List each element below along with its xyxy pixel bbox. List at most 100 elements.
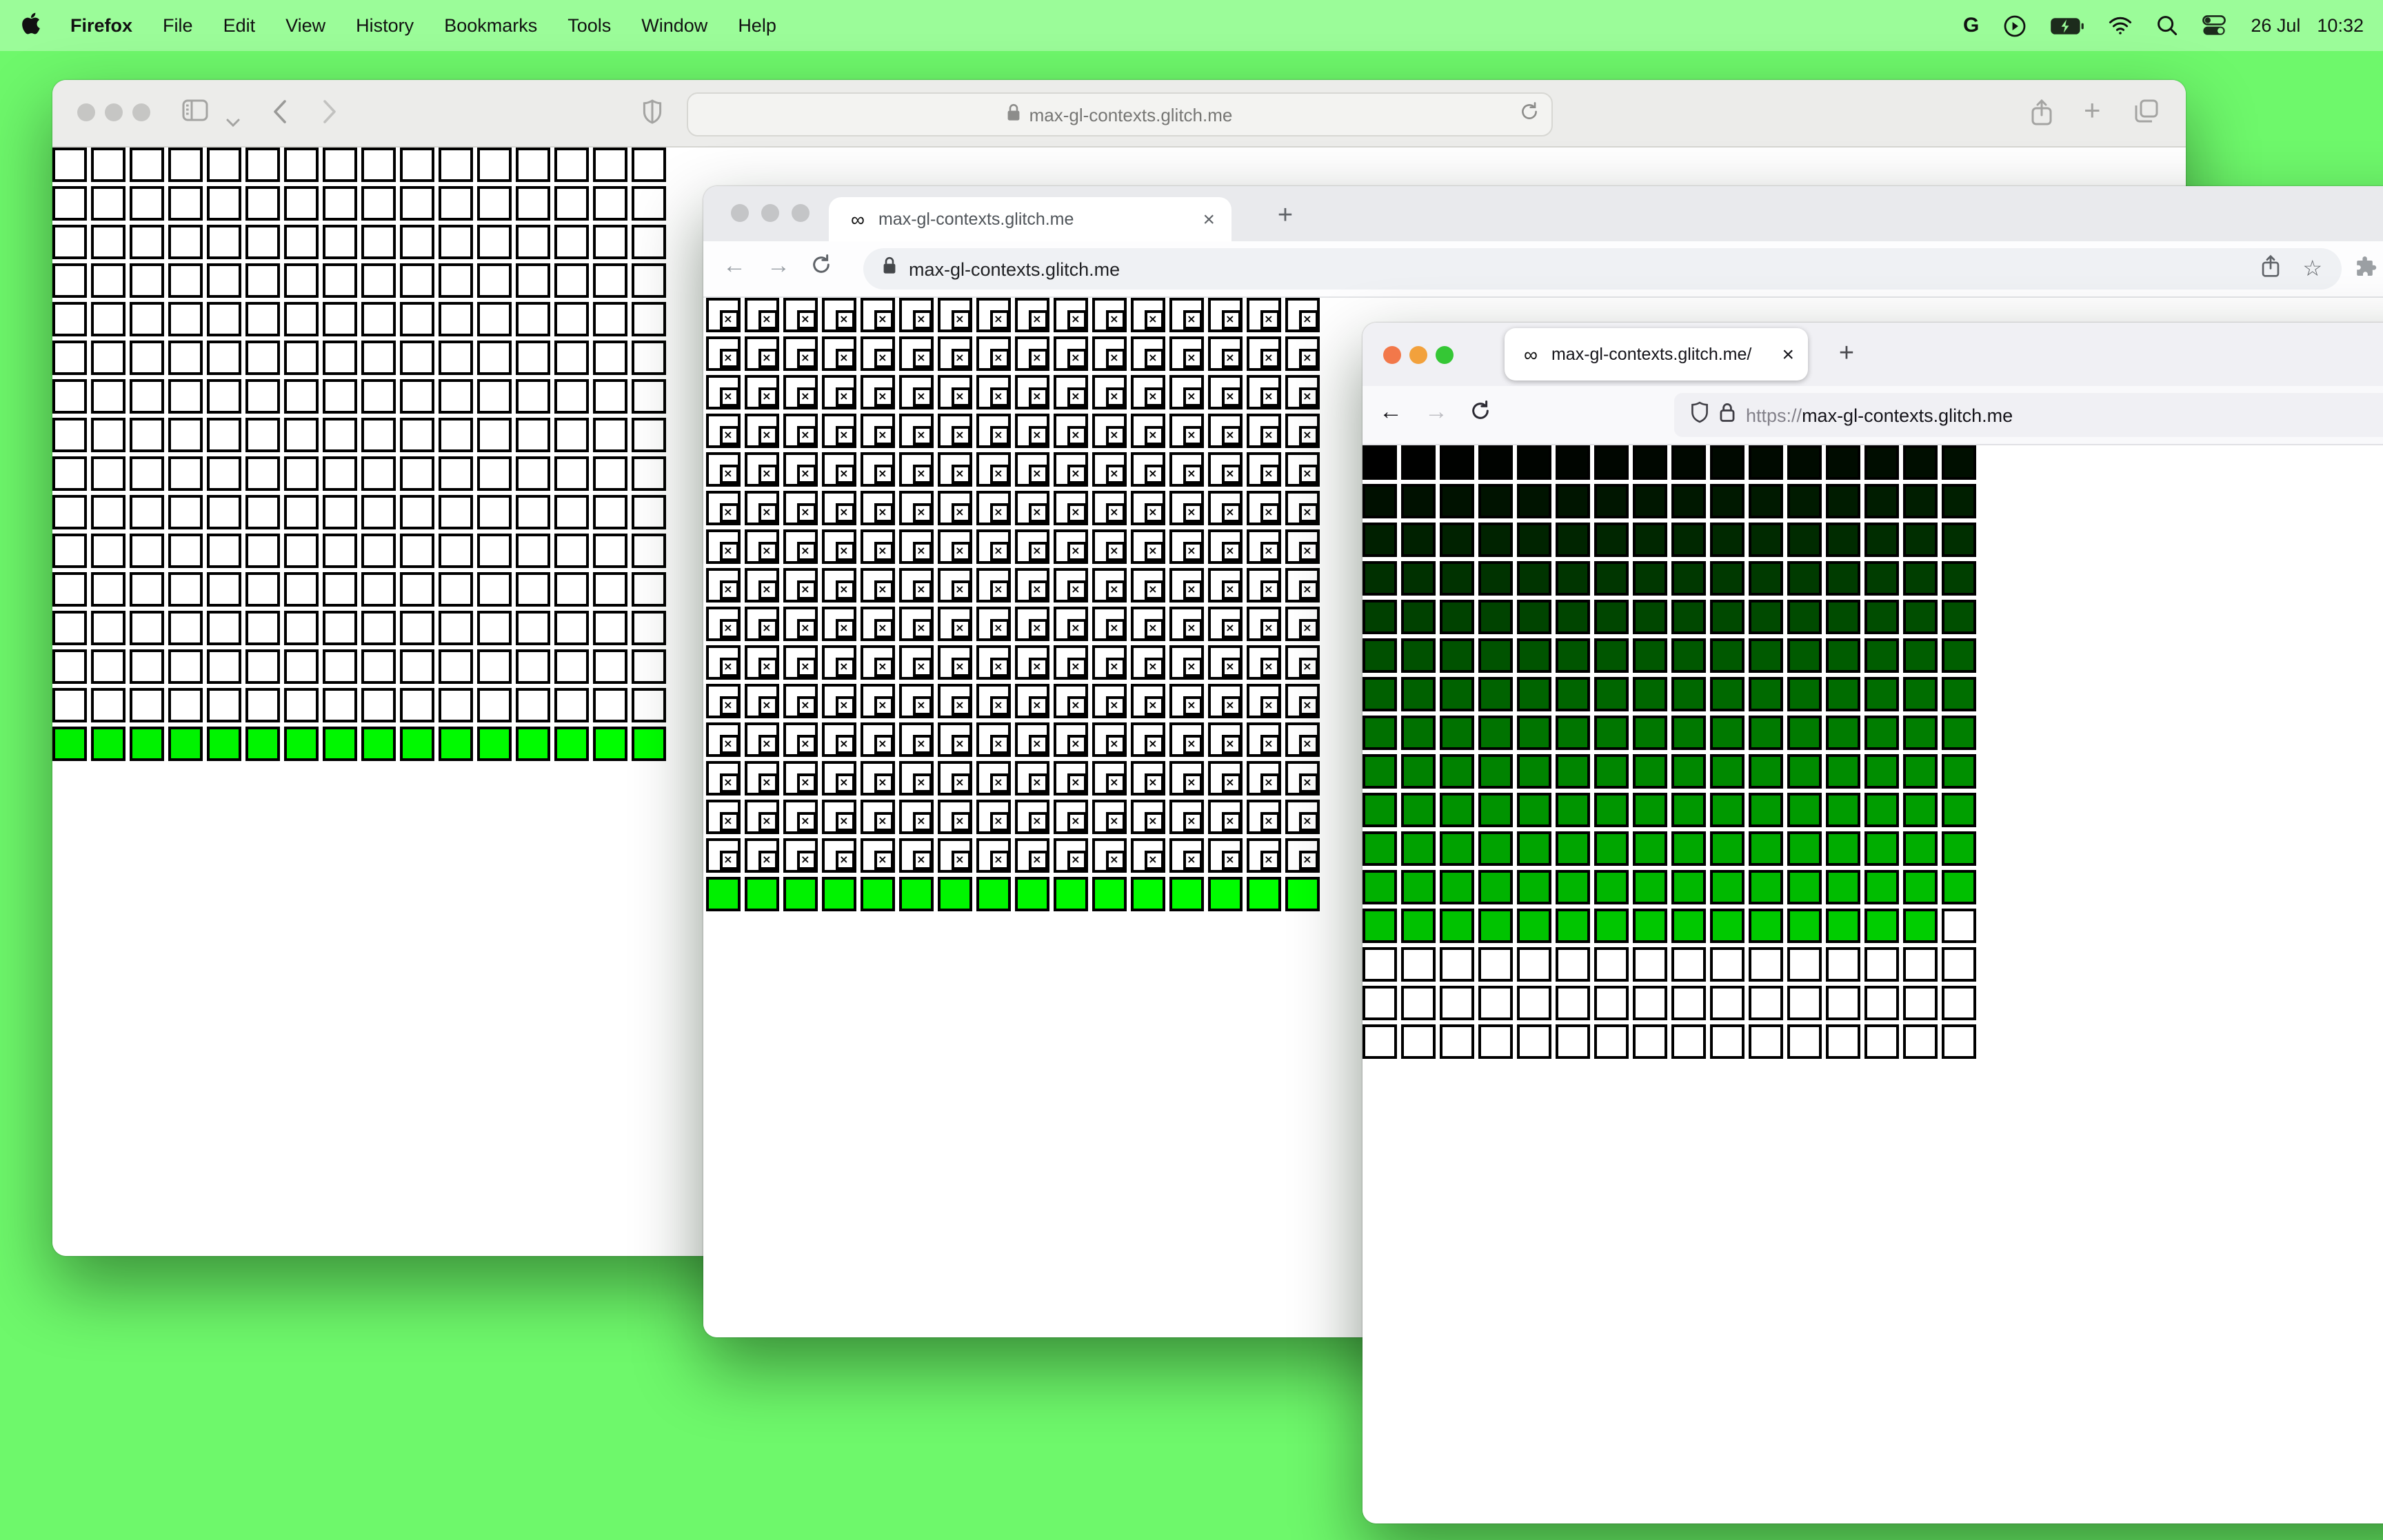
firefox-active-tab[interactable]: ∞ max-gl-contexts.glitch.me/ ×	[1505, 328, 1808, 381]
webgl-canvas-cell	[1169, 800, 1204, 834]
forward-button[interactable]: →	[1425, 398, 1448, 426]
menu-item-tools[interactable]: Tools	[567, 15, 611, 36]
tab-close-icon[interactable]: ×	[1782, 343, 1794, 366]
webgl-canvas-cell	[361, 727, 396, 761]
wifi-icon[interactable]	[2109, 17, 2132, 34]
extensions-puzzle-icon[interactable]	[2354, 256, 2377, 285]
webgl-canvas-cell	[1092, 298, 1127, 332]
reload-button[interactable]	[811, 254, 832, 283]
share-icon[interactable]	[2031, 99, 2052, 132]
webgl-canvas-cell	[554, 572, 589, 607]
menu-item-window[interactable]: Window	[641, 15, 707, 36]
webgl-canvas-cell	[593, 727, 627, 761]
webgl-canvas-cell	[1131, 877, 1165, 911]
control-center-icon[interactable]	[2202, 15, 2226, 36]
chrome-minimize-button[interactable]	[761, 204, 779, 222]
back-button[interactable]: ←	[1379, 398, 1402, 426]
chrome-url-field[interactable]: max-gl-contexts.glitch.me ☆	[863, 248, 2342, 290]
back-button[interactable]: ←	[723, 252, 746, 280]
firefox-toolbar[interactable]: ← → https:// max-gl-contexts.glitch.me	[1363, 386, 2383, 445]
webgl-canvas-cell	[1247, 568, 1281, 602]
firefox-close-button[interactable]	[1383, 346, 1401, 364]
chrome-new-tab-button[interactable]: +	[1266, 197, 1305, 236]
webgl-canvas-cell	[1285, 491, 1320, 525]
chrome-active-tab[interactable]: ∞ max-gl-contexts.glitch.me ×	[829, 197, 1231, 241]
webgl-canvas-cell	[1401, 445, 1436, 480]
firefox-zoom-button[interactable]	[1436, 346, 1454, 364]
webgl-canvas-cell	[52, 688, 87, 722]
sidebar-icon[interactable]	[182, 99, 208, 128]
webgl-canvas-cell	[822, 375, 856, 409]
apple-menu-icon[interactable]	[22, 12, 40, 39]
webgl-canvas-cell	[1015, 607, 1049, 641]
webgl-canvas-cell	[1363, 716, 1397, 750]
webgl-canvas-cell	[938, 645, 972, 680]
webgl-canvas-cell	[1594, 523, 1629, 557]
webgl-canvas-cell	[1054, 336, 1088, 371]
webgl-canvas-cell	[861, 414, 895, 448]
play-circle-icon[interactable]	[2004, 14, 2026, 37]
menu-item-view[interactable]: View	[285, 15, 325, 36]
webgl-canvas-cell	[706, 375, 741, 409]
webgl-canvas-cell	[1903, 1024, 1938, 1059]
chevron-down-icon[interactable]	[226, 109, 240, 134]
webgl-canvas-cell	[1903, 561, 1938, 596]
bookmark-star-icon[interactable]: ☆	[2302, 255, 2322, 283]
forward-button[interactable]: →	[767, 252, 790, 280]
webgl-canvas-cell	[361, 649, 396, 684]
safari-zoom-button[interactable]	[132, 103, 150, 121]
webgl-canvas-cell	[1826, 1024, 1860, 1059]
safari-close-button[interactable]	[77, 103, 95, 121]
menu-item-file[interactable]: File	[163, 15, 193, 36]
reload-button[interactable]	[1470, 400, 1491, 429]
forward-button[interactable]	[323, 99, 336, 131]
safari-canvas-grid	[52, 148, 666, 761]
share-icon[interactable]	[2261, 254, 2279, 283]
back-button[interactable]	[273, 99, 287, 131]
google-g-icon[interactable]: G	[1963, 14, 1979, 37]
webgl-canvas-cell	[899, 761, 934, 796]
webgl-canvas-cell	[1015, 529, 1049, 564]
new-tab-button[interactable]: +	[2084, 97, 2101, 125]
menu-item-bookmarks[interactable]: Bookmarks	[444, 15, 537, 36]
webgl-canvas-cell	[400, 148, 434, 182]
webgl-canvas-cell	[284, 379, 319, 414]
webgl-canvas-cell	[1247, 414, 1281, 448]
chrome-tab-title: max-gl-contexts.glitch.me	[878, 210, 1074, 229]
webgl-canvas-cell	[1092, 607, 1127, 641]
menu-item-edit[interactable]: Edit	[223, 15, 256, 36]
firefox-url-field[interactable]: https:// max-gl-contexts.glitch.me	[1674, 393, 2383, 437]
webgl-canvas-cell	[706, 336, 741, 371]
firefox-tab-bar[interactable]: ∞ max-gl-contexts.glitch.me/ × +	[1363, 323, 2383, 386]
menu-app-name[interactable]: Firefox	[70, 15, 132, 36]
tab-overview-icon[interactable]	[2135, 99, 2158, 130]
reload-icon[interactable]	[1520, 101, 1539, 127]
chrome-tab-bar[interactable]: ∞ max-gl-contexts.glitch.me × +	[703, 186, 2383, 241]
chrome-zoom-button[interactable]	[792, 204, 810, 222]
webgl-canvas-cell	[1594, 986, 1629, 1020]
webgl-canvas-cell	[1671, 793, 1706, 827]
webgl-canvas-cell	[361, 534, 396, 568]
firefox-minimize-button[interactable]	[1409, 346, 1427, 364]
webgl-canvas-cell	[1749, 445, 1783, 480]
webgl-canvas-cell	[1826, 600, 1860, 634]
webgl-canvas-cell	[899, 298, 934, 332]
menu-item-help[interactable]: Help	[738, 15, 776, 36]
tab-close-icon[interactable]: ×	[1203, 207, 1215, 231]
webgl-canvas-cell	[477, 456, 512, 491]
spotlight-search-icon[interactable]	[2157, 15, 2178, 36]
firefox-new-tab-button[interactable]: +	[1829, 336, 1864, 372]
webgl-canvas-cell	[1710, 638, 1744, 673]
menu-item-history[interactable]: History	[356, 15, 414, 36]
privacy-shield-icon[interactable]	[643, 99, 662, 131]
safari-minimize-button[interactable]	[105, 103, 123, 121]
webgl-canvas-cell	[1478, 986, 1513, 1020]
battery-charging-icon[interactable]	[2051, 17, 2084, 34]
webgl-canvas-cell	[1247, 800, 1281, 834]
safari-url-field[interactable]: max-gl-contexts.glitch.me	[687, 92, 1553, 136]
menu-bar-clock[interactable]: 26 Jul 10:32	[2251, 15, 2364, 36]
chrome-close-button[interactable]	[731, 204, 749, 222]
chrome-toolbar[interactable]: ← → max-gl-contexts.glitch.me ☆	[703, 241, 2383, 298]
safari-toolbar[interactable]: max-gl-contexts.glitch.me +	[52, 80, 2186, 148]
webgl-canvas-cell	[1556, 638, 1590, 673]
